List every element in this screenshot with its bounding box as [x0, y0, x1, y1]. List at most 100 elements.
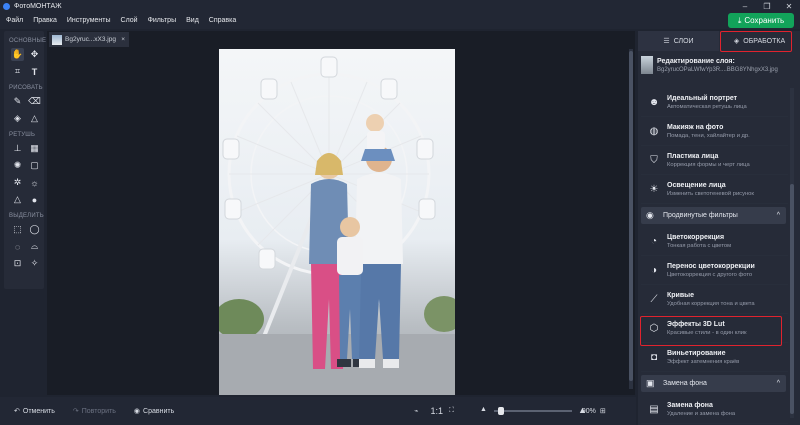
canvas-scrollbar[interactable] [629, 49, 633, 389]
zoom-out-icon[interactable]: ▲ [480, 406, 487, 413]
magic-wand-icon[interactable]: ✧ [28, 257, 41, 270]
menu-file[interactable]: Файл [6, 17, 23, 24]
menu-layer[interactable]: Слой [121, 17, 138, 24]
hand-tool-icon[interactable]: ✋ [11, 48, 24, 61]
item-name: Цветокоррекция [667, 233, 725, 241]
chevron-up-icon[interactable]: ^ [777, 380, 780, 387]
menu-tools[interactable]: Инструменты [67, 17, 111, 24]
magic-select-icon[interactable]: ⊡ [11, 257, 24, 270]
item-desc: Эффект затемнения краёв [667, 358, 740, 365]
redo-label: Повторить [81, 407, 116, 415]
list-item[interactable]: ◑ Перенос цветокоррекции Цветокоррекция с… [641, 256, 788, 285]
menu-help[interactable]: Справка [209, 17, 236, 24]
ratio-button[interactable]: 1:1 [430, 406, 443, 416]
toolbox: ОСНОВНЫЕ ✋ ✥ ⌗ T РИСОВАТЬ ✎ ⌫ ◈ △ РЕТУШЬ… [4, 31, 47, 289]
save-button[interactable]: ⤓ Сохранить [728, 13, 794, 28]
move-tool-icon[interactable]: ✥ [28, 48, 41, 61]
menu-edit[interactable]: Правка [33, 17, 57, 24]
heal-tool-icon[interactable]: ✺ [11, 159, 24, 172]
list-item[interactable]: ▤ Замена фона Удаление и замена фона [641, 395, 788, 424]
list-item[interactable]: ⛉ Пластика лица Коррекция формы и черт ли… [641, 146, 788, 175]
item-desc: Автоматическая ретушь лица [667, 103, 747, 110]
drop-tool-icon[interactable]: ● [28, 193, 41, 206]
item-name: Макияж на фото [667, 123, 724, 131]
minimize-icon[interactable]: – [734, 0, 756, 12]
tab-processing[interactable]: ◈ ОБРАБОТКА [719, 31, 800, 51]
app-logo-icon [3, 2, 10, 10]
crop-tool-icon[interactable]: ⌗ [11, 65, 24, 78]
list-item[interactable]: ☀ Освещение лица Изменить светотеневой ри… [641, 175, 788, 204]
eraser-tool-icon[interactable]: ⌫ [28, 95, 41, 108]
dodge-tool-icon[interactable]: ☼ [28, 176, 41, 189]
group-advanced-filters[interactable]: ◉ Продвинутые фильтры ^ [641, 207, 786, 224]
right-panel: ☰ СЛОИ ◈ ОБРАБОТКА Редактирование слоя: … [638, 31, 800, 425]
item-desc: Удобная коррекция тона и цвета [667, 300, 755, 307]
menu-filters[interactable]: Фильтры [148, 17, 177, 24]
fill-tool-icon[interactable]: ◈ [11, 112, 24, 125]
fit-screen-icon[interactable]: ⛶ [449, 407, 454, 415]
lasso-icon[interactable]: ◌ [11, 240, 24, 253]
item-desc: Красивые стили - в один клик [667, 329, 747, 336]
item-name: Идеальный портрет [667, 94, 738, 102]
group-background[interactable]: ▣ Замена фона ^ [641, 375, 786, 392]
close-tab-icon[interactable]: × [121, 36, 125, 43]
bg-group-icon: ▣ [646, 378, 655, 388]
list-item[interactable]: ◘ Виньетирование Эффект затемнения краёв [641, 343, 788, 372]
tab-layers[interactable]: ☰ СЛОИ [638, 31, 719, 51]
family-photo-illustration [219, 56, 455, 395]
section-retouch: РЕТУШЬ [9, 132, 36, 138]
ellipse-select-icon[interactable]: ◯ [28, 223, 41, 236]
shield-face-icon: ⛉ [650, 154, 658, 166]
item-desc: Коррекция формы и черт лица [667, 161, 750, 168]
panel-tabs: ☰ СЛОИ ◈ ОБРАБОТКА [638, 31, 800, 51]
item-desc: Удаление и замена фона [667, 410, 736, 417]
stamp-tool-icon[interactable]: ⊥ [11, 142, 24, 155]
restore-icon[interactable]: ❐ [756, 0, 778, 12]
zoom-slider[interactable]: ▲ ▲ [480, 405, 590, 416]
item-desc: Помада, тени, хайлайтер и др. [667, 132, 750, 139]
app-title: ФотоМОНТАЖ [14, 2, 62, 10]
canvas-scroll-thumb[interactable] [629, 51, 633, 381]
frame-tool-icon[interactable]: ▢ [28, 159, 41, 172]
undo-label: Отменить [22, 407, 55, 415]
zoom-in-icon[interactable]: ▲ [578, 405, 587, 415]
layer-thumbnail [641, 56, 653, 74]
group-bg-label: Замена фона [663, 380, 707, 387]
undo-button[interactable]: ↶ Отменить [14, 407, 55, 416]
list-item[interactable]: ⟋ Кривые Удобная коррекция тона и цвета [641, 285, 788, 314]
compare-button[interactable]: ◉ Сравнить [134, 407, 174, 416]
vignette-icon: ◘ [650, 351, 658, 363]
chevron-up-icon[interactable]: ^ [777, 212, 780, 219]
list-item[interactable]: ☻ Идеальный портрет Автоматическая ретушь… [641, 88, 788, 117]
undo-icon: ↶ [14, 408, 20, 415]
photo-canvas[interactable] [219, 49, 455, 395]
transfer-icon: ◑ [650, 264, 658, 276]
rect-select-icon[interactable]: ⬚ [11, 223, 24, 236]
zoom-fit-icon[interactable]: ⊞ [600, 407, 606, 415]
bg-icon: ▤ [649, 403, 659, 415]
close-window-icon[interactable]: ✕ [778, 0, 800, 12]
zoom-track[interactable] [494, 410, 572, 412]
text-tool-icon[interactable]: T [28, 65, 41, 78]
makeup-icon: ◍ [649, 125, 659, 137]
curves-icon: ⟋ [650, 293, 658, 305]
brush-tool-icon[interactable]: ✎ [11, 95, 24, 108]
blur-tool-icon[interactable]: ✲ [11, 176, 24, 189]
list-item-3d-lut[interactable]: ⬡ Эффекты 3D Lut Красивые стили - в один … [641, 314, 788, 343]
redo-button[interactable]: ↷ Повторить [73, 407, 116, 416]
menu-view[interactable]: Вид [186, 17, 199, 24]
document-tab[interactable]: Bg2yruc...xX3.jpg × [49, 32, 129, 47]
shapes-tool-icon[interactable]: △ [28, 112, 41, 125]
list-item[interactable]: ◔ Цветокоррекция Тонкая работа с цветом [641, 227, 788, 256]
zoom-knob[interactable] [497, 407, 504, 415]
list-item[interactable]: ◍ Макияж на фото Помада, тени, хайлайтер … [641, 117, 788, 146]
pin-icon[interactable]: ⌁ [414, 407, 418, 415]
item-desc: Изменить светотеневой рисунок [667, 190, 754, 197]
section-basic: ОСНОВНЫЕ [9, 38, 47, 44]
sharpen-tool-icon[interactable]: △ [11, 193, 24, 206]
panel-scrollbar[interactable] [790, 88, 794, 418]
filter-icon: ◉ [646, 210, 654, 220]
patch-tool-icon[interactable]: ▦ [28, 142, 41, 155]
panel-scroll-thumb[interactable] [790, 184, 794, 414]
poly-lasso-icon[interactable]: ⌓ [28, 240, 41, 253]
